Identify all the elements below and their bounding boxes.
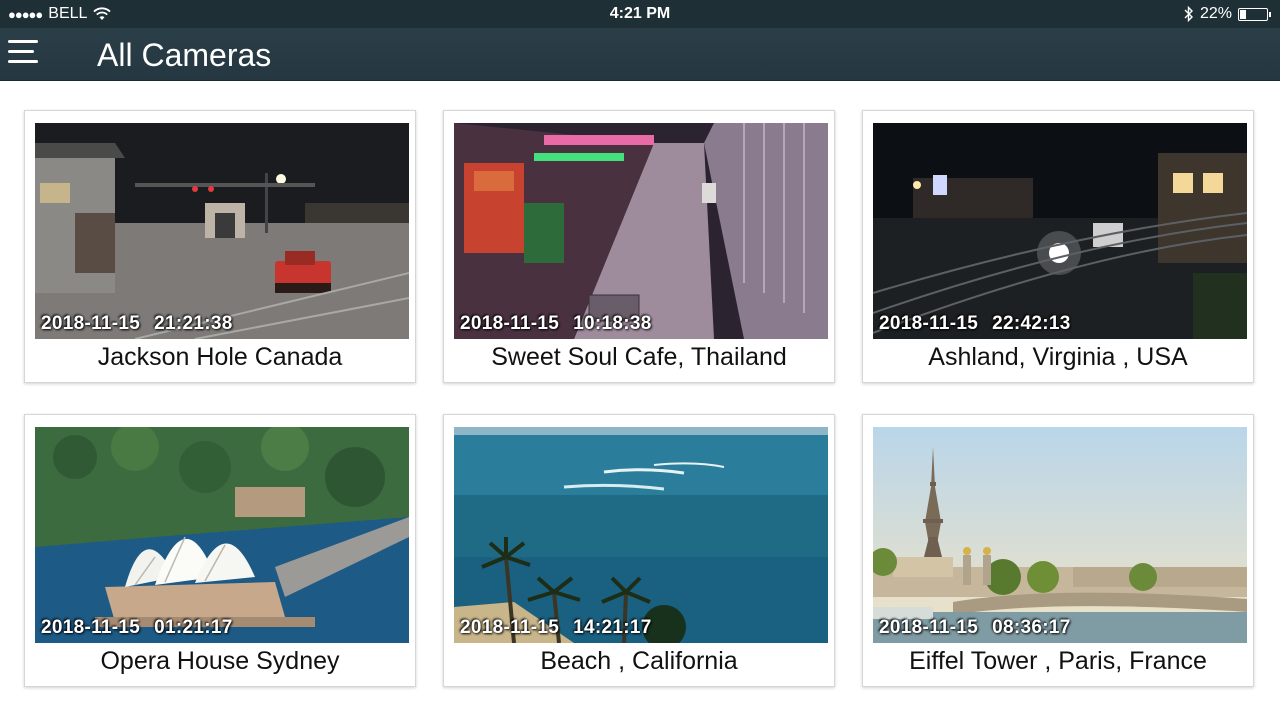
opera-house-image [35, 427, 409, 643]
bluetooth-icon [1184, 6, 1193, 22]
battery-icon [1238, 7, 1271, 21]
camera-card-eiffel-tower[interactable]: 2018-11-15 08:36:17 Eiffel Tower , Paris,… [862, 414, 1254, 687]
status-time: 4:21 PM [609, 5, 671, 22]
night-street-image [35, 123, 409, 339]
camera-card-jackson-hole[interactable]: 2018-11-15 21:21:38 Jackson Hole Canada [24, 110, 416, 383]
camera-card-ashland[interactable]: 2018-11-15 22:42:13 Ashland, Virginia , U… [862, 110, 1254, 383]
camera-thumbnail[interactable]: 2018-11-15 14:21:17 [454, 427, 828, 643]
status-bar: ●●●●● BELL 4:21 PM 22% [0, 0, 1280, 28]
night-rail-image [873, 123, 1247, 339]
camera-name: Opera House Sydney [100, 647, 340, 675]
camera-timestamp: 2018-11-15 14:21:17 [460, 617, 652, 638]
beach-image [454, 427, 828, 643]
camera-name: Beach , California [540, 647, 738, 675]
camera-thumbnail[interactable]: 2018-11-15 10:18:38 [454, 123, 828, 339]
battery-level-fill [1240, 9, 1247, 19]
page-title: All Cameras [97, 37, 272, 73]
battery-percent: 22% [1199, 5, 1232, 22]
camera-card-sweet-soul-cafe[interactable]: 2018-11-15 10:18:38 Sweet Soul Cafe, Thai… [443, 110, 835, 383]
camera-grid: 2018-11-1521:21:38 Jackson Hole Canada [24, 110, 1256, 687]
camera-thumbnail[interactable]: 2018-11-15 01:21:17 [35, 427, 409, 643]
camera-name: Ashland, Virginia , USA [928, 343, 1188, 371]
camera-timestamp: 2018-11-15 22:42:13 [879, 313, 1071, 334]
camera-timestamp: 2018-11-15 21:21:38 [41, 313, 233, 334]
camera-thumbnail[interactable]: 2018-11-15 08:36:17 [873, 427, 1247, 643]
camera-thumbnail[interactable]: 2018-11-15 21:21:38 [35, 123, 409, 339]
camera-timestamp: 2018-11-15 01:21:17 [41, 617, 233, 638]
camera-name: Jackson Hole Canada [97, 343, 343, 371]
camera-name: Eiffel Tower , Paris, France [909, 647, 1207, 675]
camera-thumbnail[interactable]: 2018-11-15 22:42:13 [873, 123, 1247, 339]
status-right: 22% [1184, 5, 1271, 23]
camera-card-opera-house[interactable]: 2018-11-15 01:21:17 Opera House Sydney [24, 414, 416, 687]
camera-name: Sweet Soul Cafe, Thailand [491, 343, 787, 371]
camera-timestamp: 2018-11-15 08:36:17 [879, 617, 1071, 638]
alley-image [454, 123, 828, 339]
eiffel-tower-image [873, 427, 1247, 643]
app-bar: All Cameras [0, 28, 1280, 81]
hamburger-menu-icon[interactable] [8, 40, 42, 70]
camera-card-beach-california[interactable]: 2018-11-15 14:21:17 Beach , California [443, 414, 835, 687]
camera-timestamp: 2018-11-15 10:18:38 [460, 313, 652, 334]
